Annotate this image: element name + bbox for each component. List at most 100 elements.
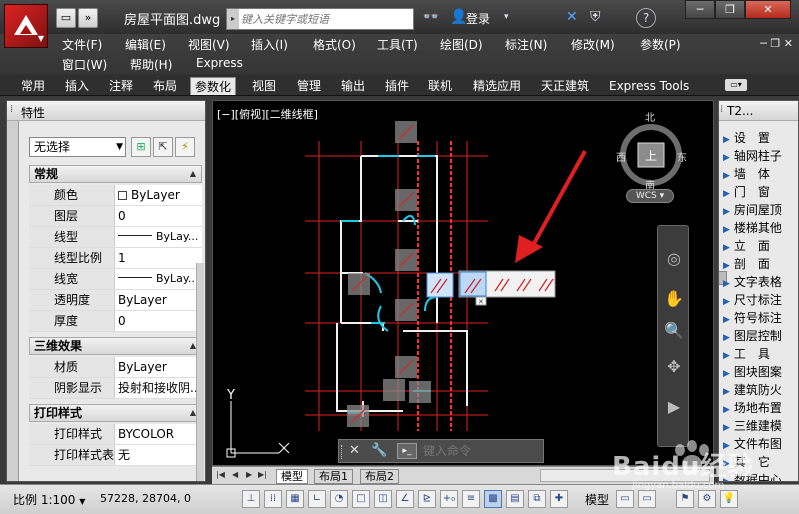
transparency-button[interactable]: ▩ [484,490,502,508]
selection-cycling-button[interactable]: ⧉ [528,490,546,508]
document-window-controls[interactable]: ─ ❐ ✕ [760,37,793,50]
menu-help[interactable]: 帮助(H) [130,56,172,73]
menu-view[interactable]: 视图(V) [188,36,230,53]
palette-grip-icon[interactable]: ⁞ [720,104,723,115]
menu-express[interactable]: Express [196,56,243,70]
tool-palette-item[interactable]: ▶ 三维建模 [723,417,798,435]
menu-parametric[interactable]: 参数(P) [640,36,681,53]
palette-side-strip[interactable] [7,121,19,481]
viewcube-west[interactable]: 西 [616,149,626,164]
tool-palette-item[interactable]: ▶ 剖 面 [723,255,798,273]
tab-plugins[interactable]: 插件 [381,77,413,95]
tool-palette-item[interactable]: ▶ 工 具 [723,345,798,363]
dynamic-input-button[interactable]: +₀ [440,490,458,508]
tab-output[interactable]: 输出 [337,77,369,95]
command-line-grip[interactable] [341,445,344,459]
quick-select-button[interactable]: ⚡ [175,137,195,157]
menu-format[interactable]: 格式(O) [313,36,356,53]
ucs-toggle-button[interactable]: ⊵ [418,490,436,508]
viewcube-north[interactable]: 北 [645,109,655,124]
tab-model[interactable]: 模型 [276,469,308,484]
tool-palette-item[interactable]: ▶ 楼梯其他 [723,219,798,237]
prop-row-color[interactable]: 颜色 ByLayer [29,185,202,206]
tool-palette-item[interactable]: ▶ 设 置 [723,129,798,147]
prop-row-material[interactable]: 材质 ByLayer [29,357,202,378]
first-tab-icon[interactable]: |◀ [216,470,225,479]
annotation-monitor-button[interactable]: ✚ [550,490,568,508]
user-icon[interactable]: 👤 [450,9,467,25]
viewcube-east[interactable]: 东 [677,149,687,164]
grid-display-button[interactable]: ▦ [286,490,304,508]
tab-featured-apps[interactable]: 精选应用 [469,77,525,95]
prop-row-linetype[interactable]: 线型 ByLay... [29,227,202,248]
tool-palette-header[interactable]: ⁞ T2... [719,101,798,121]
3d-osnap-button[interactable]: ◫ [374,490,392,508]
tab-view[interactable]: 视图 [248,77,280,95]
exchange-icon[interactable]: ✕ [566,9,578,25]
viewcube[interactable]: 北 西 东 南 上 WCS ▾ [616,113,688,213]
section-3d-effects[interactable]: 三维效果 ▲ [29,337,202,355]
binoculars-icon[interactable]: 👓 [422,9,439,25]
tab-manage[interactable]: 管理 [293,77,325,95]
object-snap-tracking-button[interactable]: ∠ [396,490,414,508]
showmotion-icon[interactable]: ▶ [661,394,687,420]
zoom-icon[interactable]: 🔍 [661,318,687,344]
tab-annotate[interactable]: 注释 [105,77,137,95]
object-snap-button[interactable]: □ [352,490,370,508]
prev-tab-icon[interactable]: ◀ [232,470,238,479]
last-tab-icon[interactable]: ▶| [258,470,267,479]
properties-scrollbar[interactable] [196,263,204,481]
prop-row-linetype-scale[interactable]: 线型比例 1 [29,248,202,269]
ortho-mode-button[interactable]: ∟ [308,490,326,508]
close-icon[interactable]: ✕ [349,443,360,458]
palette-grip-icon[interactable]: ⁞ [10,104,13,115]
annotation-scale[interactable]: 比例 1:100 ▼ [13,491,85,508]
tool-palette-item[interactable]: ▶ 符号标注 [723,309,798,327]
orbit-icon[interactable]: ✥ [661,354,687,380]
lineweight-button[interactable]: ≡ [462,490,480,508]
menu-file[interactable]: 文件(F) [62,36,102,53]
model-space-toggle[interactable]: 模型 [582,490,612,509]
new-file-button[interactable]: ▭ [56,8,76,28]
menu-edit[interactable]: 编辑(E) [125,36,166,53]
toggle-pickadd-button[interactable]: ⊞ [131,137,151,157]
viewcube-top-face[interactable]: 上 [645,147,657,164]
prop-row-shadow-display[interactable]: 阴影显示 投射和接收阴... [29,378,202,399]
tool-palette-item[interactable]: ▶ 建筑防火 [723,381,798,399]
tab-tangent[interactable]: 天正建筑 [537,77,593,95]
select-objects-button[interactable]: ⇱ [153,137,173,157]
wrench-icon[interactable]: 🔧 [371,443,387,458]
restore-button[interactable]: ❐ [715,0,745,19]
coordinate-readout[interactable]: 57228, 28704, 0 [100,492,191,505]
menu-tools[interactable]: 工具(T) [377,36,418,53]
properties-header[interactable]: ⁞ 特性 [7,101,205,121]
tool-palette-item[interactable]: ▶ 房间屋顶 [723,201,798,219]
steering-wheel-icon[interactable]: ◎ [661,246,687,272]
drawing-canvas[interactable]: [−][俯视][二维线框] ✕ Y 北 西 东 南 上 WCS ▾ ◎ ✋ 🔍 … [212,100,714,466]
menu-insert[interactable]: 插入(I) [251,36,288,53]
section-plot-style[interactable]: 打印样式 ▲ [29,404,202,422]
prop-row-plot-style[interactable]: 打印样式 BYCOLOR [29,424,202,445]
tab-express-tools[interactable]: Express Tools [605,77,693,95]
tool-palette-item[interactable]: ▶ 场地布置 [723,399,798,417]
prop-row-thickness[interactable]: 厚度 0 [29,311,202,332]
tab-layout1[interactable]: 布局1 [314,469,353,484]
prop-row-transparency[interactable]: 透明度 ByLayer [29,290,202,311]
next-tab-icon[interactable]: ▶ [246,470,252,479]
minimize-button[interactable]: ─ [685,0,715,19]
login-link[interactable]: 登录 [466,10,490,27]
menu-modify[interactable]: 修改(M) [571,36,615,53]
wcs-menu[interactable]: WCS ▾ [626,189,674,203]
tab-insert[interactable]: 插入 [61,77,93,95]
menu-window[interactable]: 窗口(W) [62,56,107,73]
login-dropdown-icon[interactable]: ▾ [504,12,509,22]
ribbon-options-icon[interactable]: ▭▾ [725,79,747,91]
tab-parametric[interactable]: 参数化 [190,77,237,95]
help-icon[interactable]: ? [636,8,656,28]
tool-palette-item[interactable]: ▶ 图块图案 [723,363,798,381]
infer-constraints-button[interactable]: ⊥ [242,490,260,508]
qat-expand-button[interactable]: » [78,8,98,28]
selection-dropdown[interactable]: 无选择 ▼ [29,137,126,157]
tab-online[interactable]: 联机 [424,77,456,95]
snap-mode-button[interactable]: ⁞⁞ [264,490,282,508]
